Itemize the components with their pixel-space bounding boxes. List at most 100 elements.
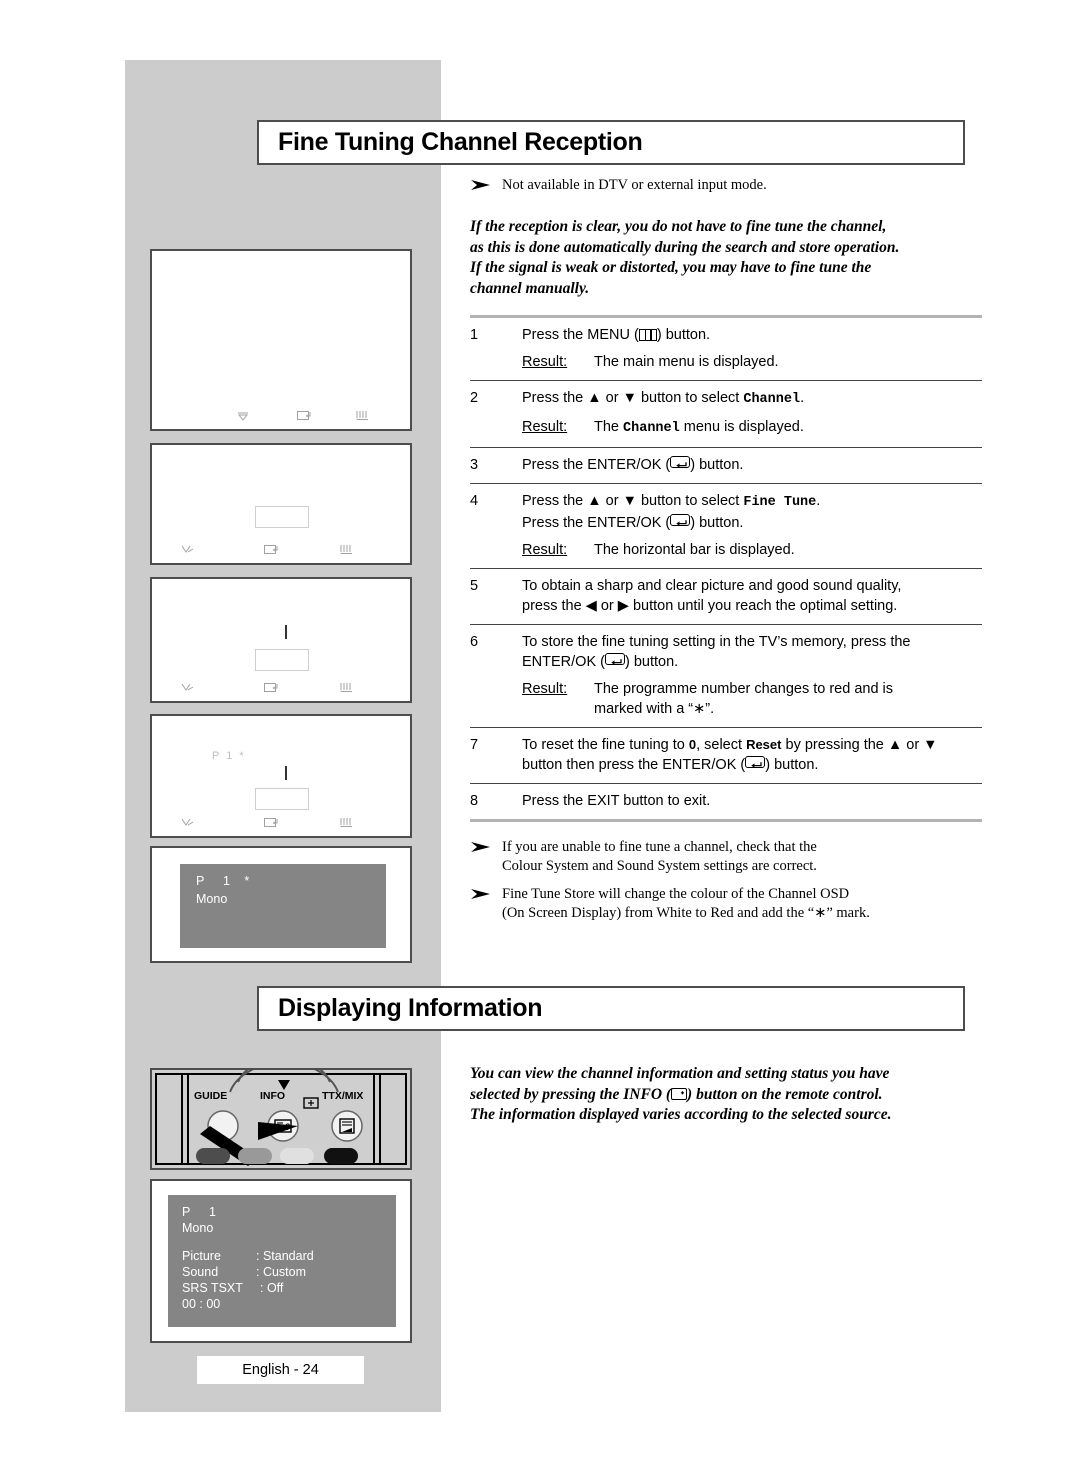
osd-sound-mode: Mono: [196, 892, 228, 906]
result-text-post: menu is displayed.: [679, 419, 804, 435]
bullet-arrow-icon: [470, 176, 502, 192]
step-body: Press the ▲ or ▼ button to select Channe…: [522, 388, 982, 439]
displaying-info-intro: You can view the channel information and…: [470, 1064, 982, 1126]
steps-table: 1 Press the MENU () button. Result: The …: [470, 315, 982, 822]
step-text: Press the ENTER/OK (: [522, 515, 671, 531]
illustration-osd-info-display: P 1 Mono Picture : Standard Sound : Cust…: [150, 1179, 412, 1343]
result-label: Result:: [522, 542, 568, 558]
step-text: ) button.: [690, 515, 744, 531]
osd-sound-mode: Mono: [182, 1221, 214, 1235]
osd-row-label-sound: Sound: [182, 1265, 219, 1279]
intro-line: The information displayed varies accordi…: [470, 1106, 892, 1123]
menu-item-reset: Reset: [746, 737, 782, 752]
step-result: Result: The Channel menu is displayed.: [522, 417, 982, 439]
fine-tuning-intro: If the reception is clear, you do not ha…: [470, 217, 982, 299]
section-title-displaying-information: Displaying Information: [257, 986, 965, 1031]
enter-icon: [264, 681, 280, 694]
move-down-icon: [236, 409, 250, 423]
osd-screen: P 1 * Mono: [180, 864, 386, 948]
note-line: If you are unable to fine tune a channel…: [502, 839, 817, 855]
enter-ok-icon: [670, 514, 691, 526]
remote-button-label-guide: GUIDE: [194, 1090, 228, 1102]
intro-text: selected by pressing the INFO (: [470, 1085, 672, 1103]
step-text: ) button.: [624, 654, 679, 670]
osd-row-label-picture: Picture: [182, 1249, 221, 1263]
note-text: Fine Tune Store will change the colour o…: [502, 885, 870, 923]
step-text: ) button.: [690, 457, 744, 473]
info-icon: [671, 1087, 688, 1100]
step-line: button then press the ENTER/OK ( ) button…: [522, 755, 982, 775]
osd-value-box: [255, 788, 309, 810]
remote-button-label-info: INFO: [260, 1090, 286, 1102]
osd-row-value-srs-tsxt: : Off: [260, 1281, 284, 1295]
step-line: ENTER/OK () button.: [522, 652, 982, 672]
step-row: 2 Press the ▲ or ▼ button to select Chan…: [470, 381, 982, 447]
osd-footer-icons: [152, 816, 410, 830]
step-line: To reset the fine tuning to 0, select Re…: [522, 735, 982, 755]
step-line: Press the EXIT button to exit.: [522, 793, 711, 809]
intro-line: If the signal is weak or distorted, you …: [470, 259, 872, 276]
osd-programme-number: P 1 *: [196, 874, 251, 888]
result-text: The main menu is displayed.: [594, 354, 779, 370]
enter-ok-icon: [745, 756, 766, 768]
note-line: (On Screen Display) from White to Red an…: [502, 905, 870, 921]
illustration-fine-tune-bar-screen: [150, 577, 412, 703]
step-text: button then press the ENTER/OK (: [522, 757, 746, 773]
illustration-fine-tune-stored-screen: P 1 *: [150, 714, 412, 838]
osd-row-label-srs-tsxt: SRS TSXT: [182, 1281, 243, 1295]
remote-control-svg: ?: [152, 1056, 410, 1168]
adjust-icon: [180, 543, 198, 557]
step-text: , select: [696, 737, 747, 753]
result-text: The Channel menu is displayed.: [594, 417, 982, 439]
step-text: Press the ENTER/OK (: [522, 457, 671, 473]
step-line: To obtain a sharp and clear picture and …: [522, 578, 902, 594]
step-number: 4: [470, 493, 479, 509]
section-title-text: Fine Tuning Channel Reception: [278, 128, 643, 156]
osd-clock: 00 : 00: [182, 1297, 221, 1311]
intro-line: If the reception is clear, you do not ha…: [470, 218, 887, 235]
step-body: Press the ▲ or ▼ button to select Fine T…: [522, 491, 982, 560]
step-text: ) button.: [765, 757, 819, 773]
after-notes: If you are unable to fine tune a channel…: [470, 838, 982, 923]
step-text: .: [800, 390, 805, 406]
fine-tune-tick-marker: [285, 625, 287, 639]
note-line: Fine Tune Store will change the colour o…: [502, 886, 850, 902]
step-line: Press the MENU () button.: [522, 325, 982, 345]
step-body: To reset the fine tuning to 0, select Re…: [522, 735, 982, 775]
note-text: If you are unable to fine tune a channel…: [502, 838, 817, 876]
step-line: To store the fine tuning setting in the …: [522, 634, 911, 650]
step-number: 3: [470, 457, 479, 473]
enter-icon: [297, 409, 313, 422]
note-row: If you are unable to fine tune a channel…: [470, 838, 982, 876]
adjust-icon: [180, 816, 198, 830]
menu-return-icon: [340, 681, 354, 694]
menu-item-channel: Channel: [623, 421, 680, 436]
bullet-arrow-icon: [470, 838, 502, 854]
bullet-arrow-icon: [470, 885, 502, 901]
result-text: The programme number changes to red and …: [594, 679, 982, 719]
remote-control-illustration: ? GUIDE INFO TTX/MIX: [150, 1056, 412, 1170]
menu-item-fine-tune: Fine Tune: [743, 495, 817, 510]
step-line: press the ◀ or ▶ button until you reach …: [522, 598, 898, 614]
step-line: Press the ▲ or ▼ button to select Channe…: [522, 388, 982, 410]
step-row: 4 Press the ▲ or ▼ button to select Fine…: [470, 484, 982, 568]
step-body: Press the EXIT button to exit.: [522, 791, 982, 811]
fine-tune-tick-marker: [285, 766, 287, 780]
step-body: Press the ENTER/OK ( ) button.: [522, 455, 982, 475]
intro-line: selected by pressing the INFO () button …: [470, 1085, 982, 1106]
step-result: Result: The horizontal bar is displayed.: [522, 540, 982, 560]
osd-footer-icons: [152, 681, 410, 695]
section-title-text: Displaying Information: [278, 994, 543, 1022]
step-number: 5: [470, 578, 479, 594]
osd-footer-icons: [152, 543, 410, 557]
note-row: Fine Tune Store will change the colour o…: [470, 885, 982, 923]
illustration-osd-programme-marked: P 1 * Mono: [150, 846, 412, 963]
osd-row-value-sound: : Custom: [256, 1265, 307, 1279]
result-text-pre: The: [594, 419, 624, 435]
enter-icon: [264, 543, 280, 556]
osd-screen: P 1 Mono Picture : Standard Sound : Cust…: [168, 1195, 396, 1327]
step-text: Press the MENU (: [522, 327, 639, 343]
table-rule: [470, 819, 982, 822]
step-number: 2: [470, 390, 479, 406]
menu-return-icon: [340, 816, 354, 829]
